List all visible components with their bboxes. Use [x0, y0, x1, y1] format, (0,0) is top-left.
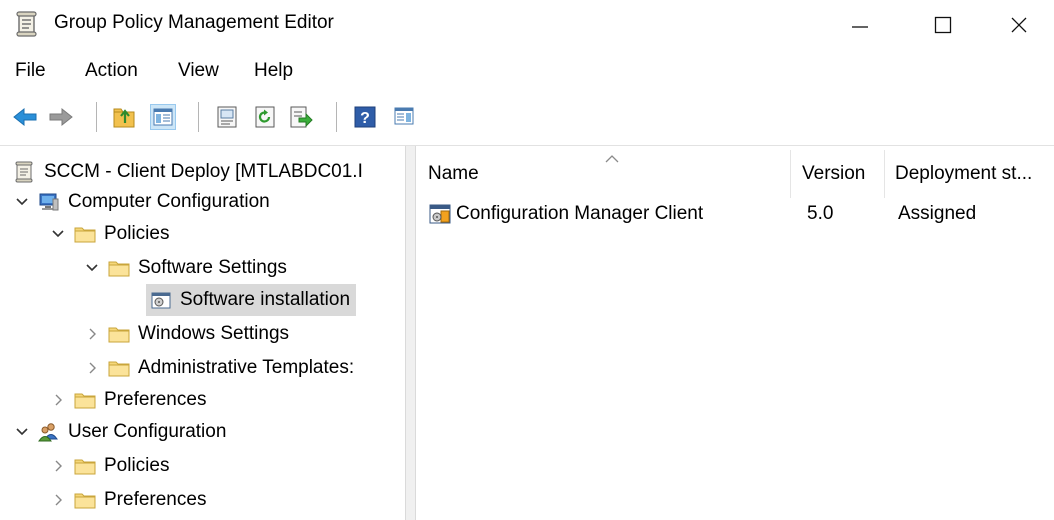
list-item-name: Configuration Manager Client: [456, 203, 704, 224]
back-arrow-icon[interactable]: [12, 104, 38, 130]
chevron-down-icon[interactable]: [84, 260, 100, 276]
column-header-version[interactable]: Version: [802, 150, 886, 198]
close-button[interactable]: [996, 4, 1042, 46]
tree-label-software-installation: Software installation: [180, 289, 351, 310]
chevron-right-icon[interactable]: [50, 492, 66, 508]
folder-icon: [74, 489, 96, 511]
minimize-icon: [852, 26, 868, 28]
tree-label-preferences: Preferences: [104, 389, 207, 410]
tree-node-software-installation[interactable]: Software installation: [146, 284, 357, 316]
folder-icon: [108, 323, 130, 345]
tree-node-windows-settings[interactable]: Windows Settings: [84, 318, 289, 350]
title-bar: Group Policy Management Editor: [0, 0, 1054, 50]
list-item-version: 5.0: [807, 203, 834, 224]
tree-label-windows-settings: Windows Settings: [138, 323, 290, 344]
list-item-deployment-state: Assigned: [898, 203, 977, 224]
menu-help[interactable]: Help: [254, 60, 293, 82]
tree-node-preferences[interactable]: Preferences: [50, 384, 206, 416]
forward-arrow-icon[interactable]: [48, 104, 74, 130]
tree-label-user-preferences: Preferences: [104, 489, 207, 510]
properties-icon[interactable]: [214, 104, 240, 130]
toolbar: ?: [0, 98, 1054, 136]
column-header-deployment-state[interactable]: Deployment st...: [895, 150, 1054, 198]
users-icon: [38, 421, 60, 443]
menu-action[interactable]: Action: [85, 60, 138, 82]
show-hide-tree-icon[interactable]: [150, 104, 176, 130]
sort-ascending-icon: [604, 148, 620, 170]
chevron-right-icon[interactable]: [84, 326, 100, 342]
help-icon[interactable]: ?: [352, 104, 378, 130]
tree-label-computer-configuration: Computer Configuration: [68, 191, 270, 212]
window-title: Group Policy Management Editor: [54, 12, 334, 33]
column-header-name-label: Name: [428, 163, 479, 184]
tree-node-user-configuration[interactable]: User Configuration: [14, 416, 226, 448]
tree-node-user-preferences[interactable]: Preferences: [50, 484, 206, 516]
software-installation-icon: [150, 289, 172, 311]
tree-node-computer-configuration[interactable]: Computer Configuration: [14, 186, 270, 218]
gpo-icon: [14, 161, 36, 183]
folder-icon: [74, 455, 96, 477]
menu-view[interactable]: View: [178, 60, 219, 82]
column-divider[interactable]: [884, 150, 885, 198]
folder-icon: [74, 389, 96, 411]
tree-node-software-settings[interactable]: Software Settings: [84, 252, 287, 284]
svg-text:?: ?: [360, 110, 370, 127]
tree-label-software-settings: Software Settings: [138, 257, 287, 278]
folder-icon: [74, 223, 96, 245]
computer-icon: [38, 191, 60, 213]
toolbar-separator: [96, 102, 97, 132]
msi-package-icon: [428, 202, 452, 226]
close-icon: [1011, 17, 1027, 33]
minimize-button[interactable]: [837, 4, 883, 46]
column-header-deployment-state-label: Deployment st...: [895, 163, 1033, 184]
result-list: Name Version Deployment st... Configurat…: [416, 146, 1054, 520]
list-item[interactable]: Configuration Manager Client 5.0 Assigne…: [416, 198, 1054, 230]
tree-node-policies[interactable]: Policies: [50, 218, 169, 250]
gpo-app-icon: [16, 11, 38, 37]
folder-icon: [108, 357, 130, 379]
console-tree[interactable]: SCCM - Client Deploy [MTLABDC01.I Comput…: [0, 146, 404, 520]
column-header-version-label: Version: [802, 163, 866, 184]
menu-file[interactable]: File: [15, 60, 46, 82]
chevron-down-icon[interactable]: [14, 424, 30, 440]
maximize-button[interactable]: [920, 4, 966, 46]
chevron-right-icon[interactable]: [84, 360, 100, 376]
chevron-right-icon[interactable]: [50, 458, 66, 474]
folder-icon: [108, 257, 130, 279]
chevron-down-icon[interactable]: [14, 194, 30, 210]
up-folder-icon[interactable]: [112, 104, 138, 130]
pane-splitter[interactable]: [405, 146, 416, 520]
tree-node-user-policies[interactable]: Policies: [50, 450, 169, 482]
tree-node-administrative-templates[interactable]: Administrative Templates:: [84, 352, 354, 384]
column-divider[interactable]: [790, 150, 791, 198]
tree-label-user-configuration: User Configuration: [68, 421, 227, 442]
chevron-right-icon[interactable]: [50, 392, 66, 408]
export-list-icon[interactable]: [288, 104, 314, 130]
tree-node-root[interactable]: SCCM - Client Deploy [MTLABDC01.I: [14, 156, 363, 188]
refresh-icon[interactable]: [252, 104, 278, 130]
toolbar-separator: [198, 102, 199, 132]
column-header-name[interactable]: Name: [428, 150, 788, 198]
menu-bar: File Action View Help: [0, 56, 1054, 88]
toolbar-separator: [336, 102, 337, 132]
tree-root-label: SCCM - Client Deploy [MTLABDC01.I: [44, 161, 363, 182]
maximize-icon: [934, 16, 952, 34]
chevron-down-icon[interactable]: [50, 226, 66, 242]
tree-label-policies: Policies: [104, 223, 170, 244]
tree-label-user-policies: Policies: [104, 455, 170, 476]
tree-label-administrative-templates: Administrative Templates:: [138, 357, 355, 378]
show-action-pane-icon[interactable]: [392, 104, 418, 130]
list-item-name-cell: Configuration Manager Client: [428, 198, 703, 230]
